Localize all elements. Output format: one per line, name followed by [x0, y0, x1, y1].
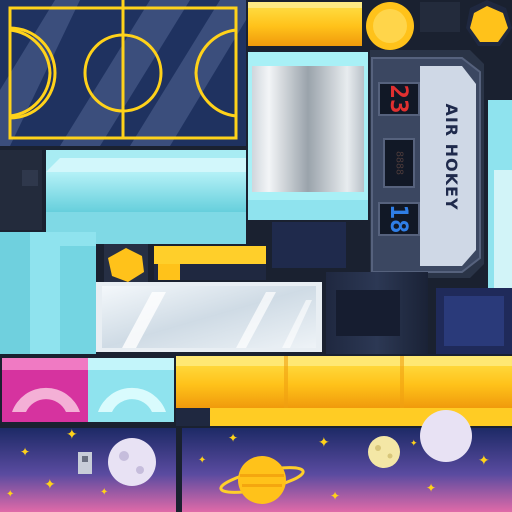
magenta-arc-tile [2, 358, 88, 422]
away-score: 18 [378, 202, 420, 236]
space-backdrop-small [0, 428, 176, 512]
timer-display: 8888 [383, 138, 415, 188]
logo-text: AIR HOKEY [441, 103, 463, 210]
home-score-value: 23 [385, 84, 413, 114]
home-score: 23 [378, 82, 420, 116]
star-icon: ✦ [66, 427, 78, 443]
navy-block [272, 222, 346, 268]
star-icon: ✦ [6, 489, 15, 500]
star-icon: ✦ [198, 455, 207, 466]
star-icon: ✦ [478, 453, 490, 469]
star-icon: ✦ [228, 431, 239, 445]
star-icon: ✦ [20, 445, 31, 459]
puck-icon [366, 2, 414, 50]
logo-label: AIR HOKEY [442, 103, 462, 211]
star-icon: ✦ [44, 477, 56, 493]
timer-value: 8888 [393, 150, 405, 176]
gold-bar-top [248, 2, 362, 46]
away-score-value: 18 [385, 204, 413, 234]
gold-bracket [154, 246, 266, 280]
star-icon: ✦ [330, 489, 341, 503]
dark-block [0, 150, 42, 230]
hex-bolt-icon [104, 244, 148, 284]
cyan-arc-tile [88, 358, 174, 422]
star-icon: ✦ [410, 439, 418, 449]
texture-atlas: 23 8888 18 AIR HOKEY ✦ ✦ ✦ ✦ ✦ ✦ ✦ ✦ ✦ ✦… [0, 0, 512, 512]
star-icon: ✦ [426, 481, 437, 495]
metal-frame-tile [248, 52, 368, 220]
star-icon: ✦ [318, 435, 330, 451]
glass-pane-tile [96, 282, 322, 352]
rink-tile [0, 0, 246, 146]
star-icon: ✦ [100, 487, 109, 498]
